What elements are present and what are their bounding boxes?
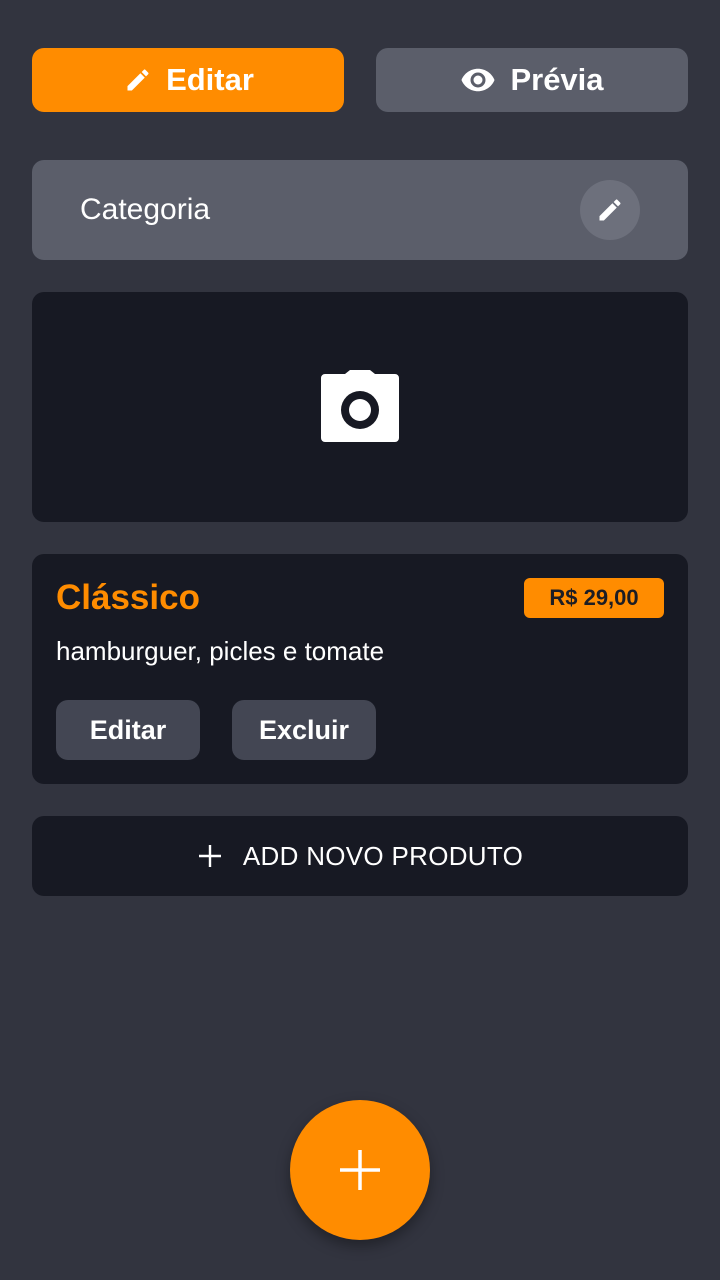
camera-icon <box>319 370 401 444</box>
add-product-label: ADD NOVO PRODUTO <box>242 840 524 871</box>
category-title: Categoria <box>80 193 211 226</box>
price-badge: R$ 29,00 <box>524 578 664 618</box>
mode-toggle: Editar Prévia <box>32 48 688 112</box>
delete-product-button[interactable]: Excluir <box>232 700 376 760</box>
add-product-button[interactable]: ADD NOVO PRODUTO <box>32 816 688 896</box>
edit-product-button[interactable]: Editar <box>56 700 200 760</box>
plus-icon <box>197 843 223 869</box>
product-card: Clássico R$ 29,00 hamburguer, picles e t… <box>32 554 688 784</box>
product-name: Clássico <box>56 578 200 617</box>
preview-mode-label: Prévia <box>510 62 604 97</box>
edit-mode-label: Editar <box>166 62 254 97</box>
edit-mode-button[interactable]: Editar <box>32 48 344 112</box>
product-description: hamburguer, picles e tomate <box>56 636 385 666</box>
edit-category-button[interactable] <box>580 180 640 240</box>
eye-icon <box>460 64 496 96</box>
plus-icon <box>338 1148 382 1192</box>
pencil-icon <box>596 196 624 224</box>
pencil-icon <box>122 64 154 96</box>
category-header: Categoria <box>32 160 688 260</box>
floating-add-button[interactable] <box>290 1100 430 1240</box>
preview-mode-button[interactable]: Prévia <box>376 48 688 112</box>
category-image-upload[interactable] <box>32 292 688 522</box>
